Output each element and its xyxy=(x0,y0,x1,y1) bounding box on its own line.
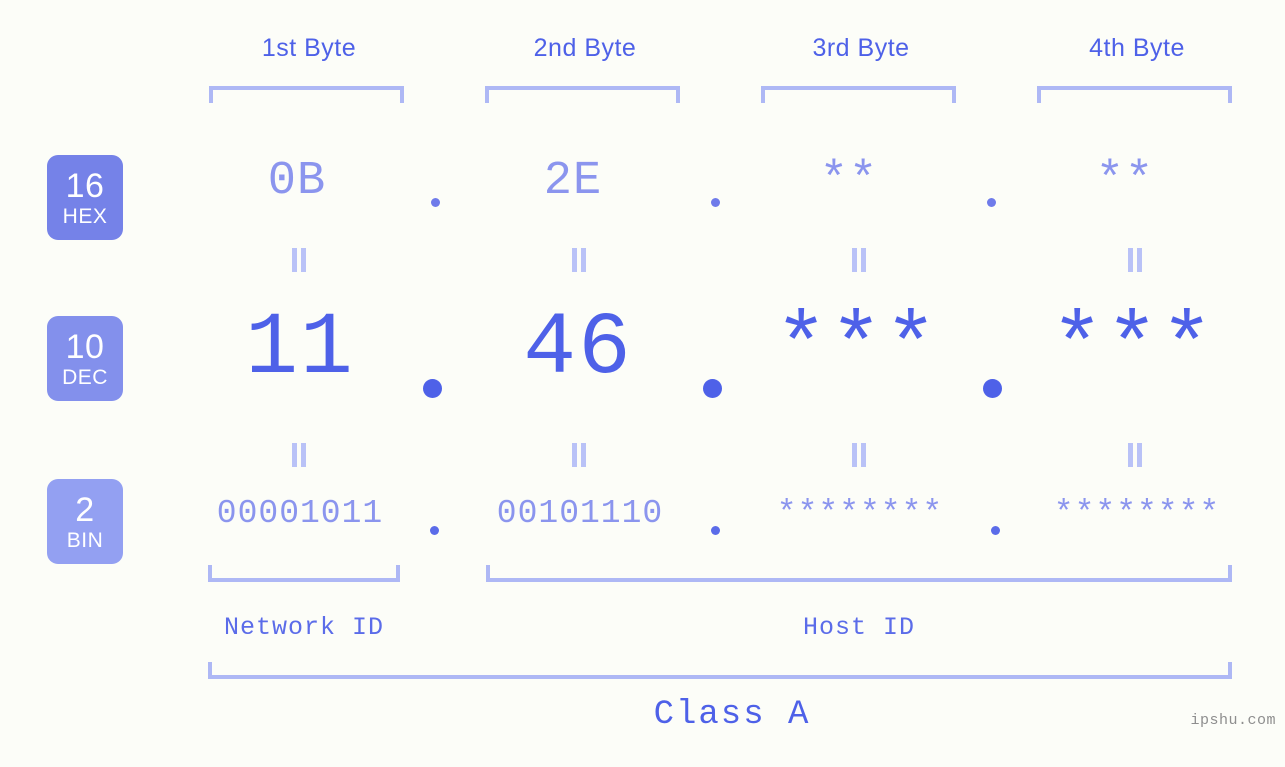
hex-byte-3: ** xyxy=(819,155,879,208)
radix-badge-dec-tag: DEC xyxy=(62,365,108,389)
byte-header-4: 4th Byte xyxy=(1089,34,1185,62)
byte-bracket-4 xyxy=(1037,86,1232,103)
radix-badge-hex-number: 16 xyxy=(65,166,105,205)
bin-byte-2: 00101110 xyxy=(496,495,664,532)
dec-byte-3: *** xyxy=(774,300,940,399)
host-id-label: Host ID xyxy=(802,613,916,642)
class-bracket xyxy=(208,662,1232,679)
hex-byte-1: 0B xyxy=(267,155,327,208)
dec-byte-1: 11 xyxy=(245,300,355,399)
radix-badge-hex-tag: HEX xyxy=(62,204,108,228)
equals-icon-hex-dec-4 xyxy=(1124,248,1146,272)
dec-byte-2: 46 xyxy=(523,300,633,399)
host-id-bracket xyxy=(486,565,1232,582)
equals-icon-dec-bin-4 xyxy=(1124,443,1146,467)
radix-badge-bin-tag: BIN xyxy=(66,528,104,552)
network-id-label: Network ID xyxy=(223,613,385,642)
equals-icon-hex-dec-2 xyxy=(568,248,590,272)
byte-bracket-2 xyxy=(485,86,680,103)
radix-badge-dec-number: 10 xyxy=(65,327,105,366)
bin-separator-dot-2 xyxy=(711,526,720,535)
equals-icon-dec-bin-2 xyxy=(568,443,590,467)
equals-icon-hex-dec-3 xyxy=(848,248,870,272)
equals-icon-dec-bin-3 xyxy=(848,443,870,467)
ip-address-breakdown-diagram: 1st Byte 2nd Byte 3rd Byte 4th Byte 16 H… xyxy=(0,0,1285,767)
equals-icon-hex-dec-1 xyxy=(288,248,310,272)
byte-header-3: 3rd Byte xyxy=(812,34,910,62)
byte-bracket-3 xyxy=(761,86,956,103)
hex-separator-dot-1 xyxy=(431,198,440,207)
byte-bracket-1 xyxy=(209,86,404,103)
equals-icon-dec-bin-1 xyxy=(288,443,310,467)
bin-byte-3: ******** xyxy=(776,495,944,532)
byte-header-2: 2nd Byte xyxy=(533,34,637,62)
hex-separator-dot-2 xyxy=(711,198,720,207)
bin-separator-dot-1 xyxy=(430,526,439,535)
radix-badge-bin: 2 BIN xyxy=(47,479,123,564)
hex-separator-dot-3 xyxy=(987,198,996,207)
bin-separator-dot-3 xyxy=(991,526,1000,535)
network-id-bracket xyxy=(208,565,400,582)
dec-separator-dot-1 xyxy=(423,379,442,398)
hex-byte-4: ** xyxy=(1095,155,1155,208)
class-label: Class A xyxy=(653,696,811,734)
radix-badge-dec: 10 DEC xyxy=(47,316,123,401)
radix-badge-hex: 16 HEX xyxy=(47,155,123,240)
bin-byte-1: 00001011 xyxy=(216,495,384,532)
bin-byte-4: ******** xyxy=(1053,495,1221,532)
dec-byte-4: *** xyxy=(1050,300,1216,399)
dec-separator-dot-3 xyxy=(983,379,1002,398)
radix-badge-bin-number: 2 xyxy=(75,490,95,529)
dec-separator-dot-2 xyxy=(703,379,722,398)
site-watermark: ipshu.com xyxy=(1190,712,1276,729)
hex-byte-2: 2E xyxy=(543,155,603,208)
byte-header-1: 1st Byte xyxy=(261,34,357,62)
